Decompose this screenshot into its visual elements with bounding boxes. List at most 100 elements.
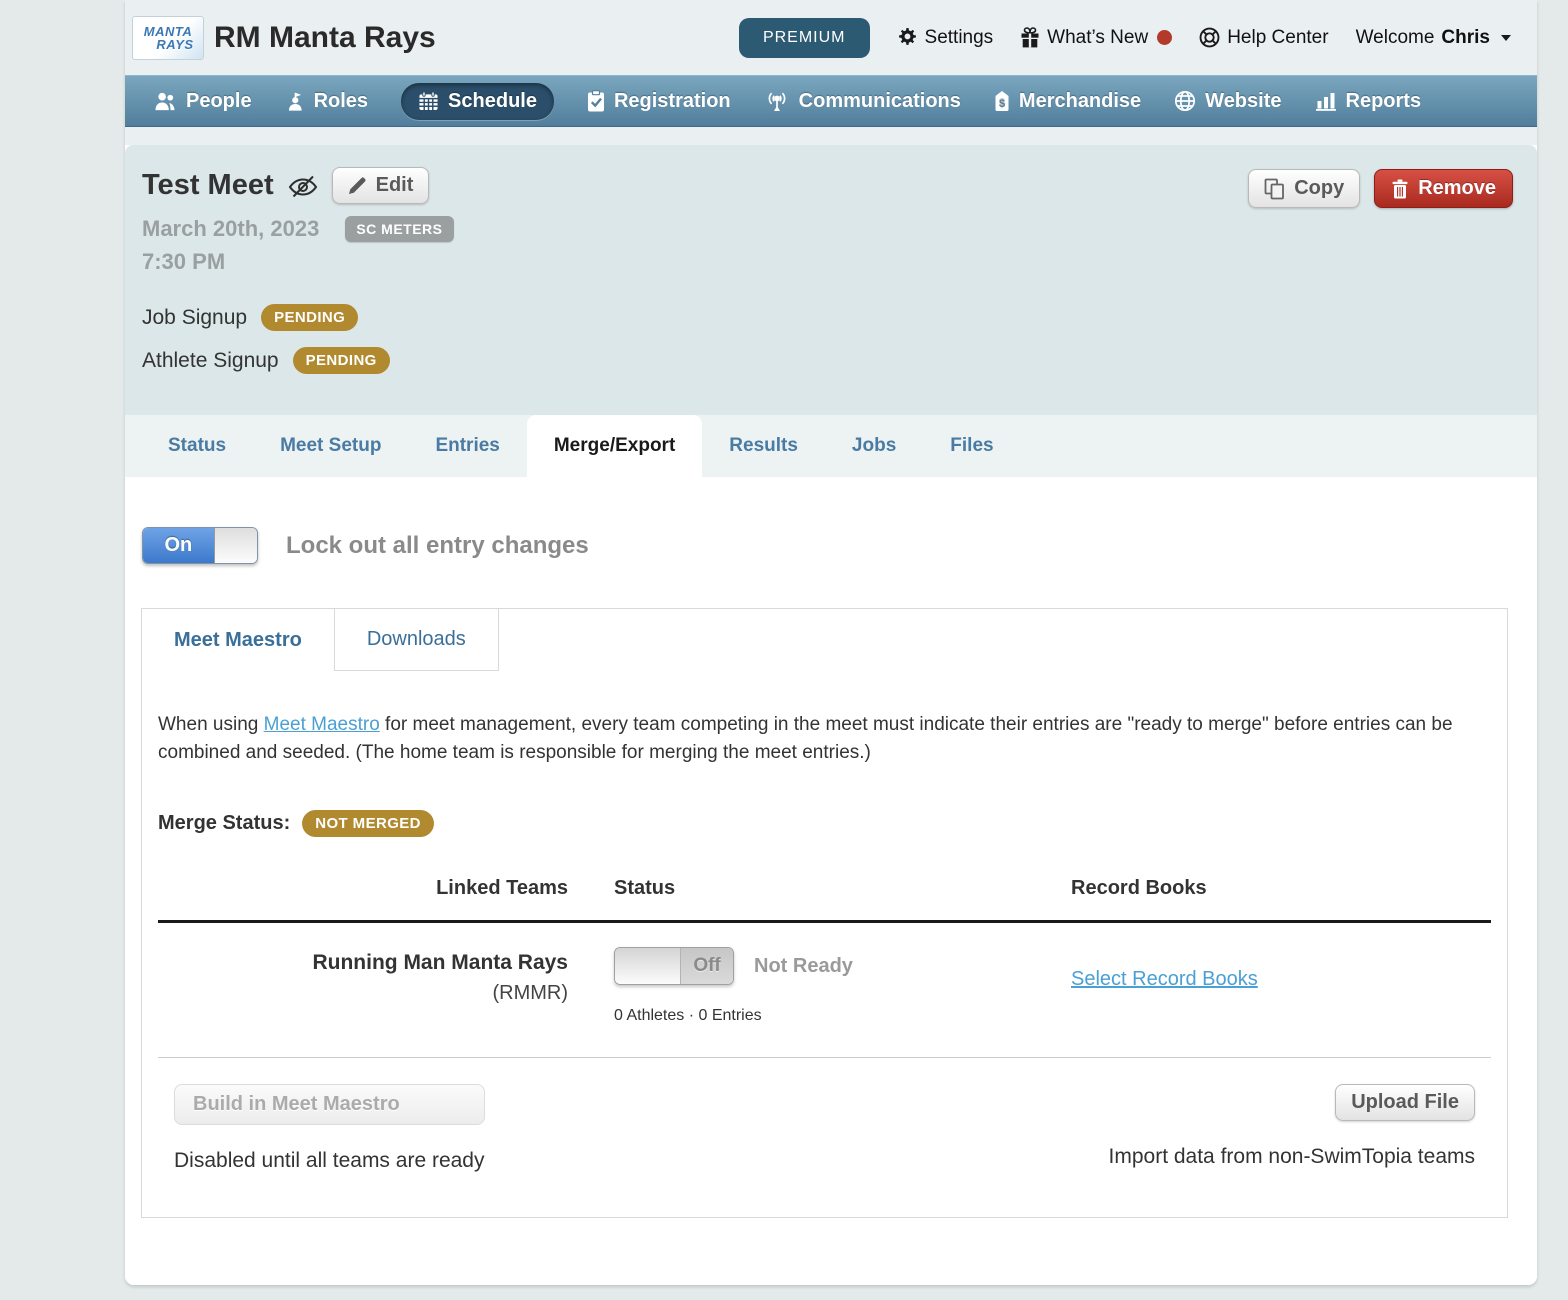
meet-maestro-section: Meet Maestro Downloads When using Meet M… [141, 608, 1508, 1218]
team-logo[interactable]: MANTA RAYS [132, 16, 204, 60]
meet-maestro-link[interactable]: Meet Maestro [264, 714, 380, 735]
toggle-on-label: On [143, 528, 214, 563]
ready-toggle[interactable]: Off [614, 947, 734, 985]
nav-item-people[interactable]: People [153, 90, 252, 113]
maestro-description: When using Meet Maestro for meet managem… [158, 711, 1491, 766]
help-center-menu-item[interactable]: Help Center [1199, 27, 1328, 49]
table-row: Running Man Manta Rays (RMMR) Off Not Re… [158, 923, 1491, 1058]
meet-time: 7:30 PM [142, 249, 319, 275]
job-signup-status-badge: PENDING [261, 304, 358, 331]
nav-label: People [186, 90, 252, 113]
nav-label: Reports [1346, 90, 1422, 113]
app-window: MANTA RAYS RM Manta Rays PREMIUM Setting… [125, 0, 1537, 1285]
meet-tabs: Status Meet Setup Entries Merge/Export R… [125, 415, 1537, 477]
copy-meet-button[interactable]: Copy [1248, 169, 1360, 208]
nav-label: Merchandise [1019, 90, 1141, 113]
price-tag-icon: $ [994, 90, 1010, 112]
upload-note: Import data from non-SwimTopia teams [1109, 1145, 1475, 1169]
build-disabled-note: Disabled until all teams are ready [174, 1149, 485, 1173]
select-record-books-link[interactable]: Select Record Books [1071, 968, 1258, 990]
tab-files[interactable]: Files [923, 415, 1020, 477]
nav-item-merchandise[interactable]: $ Merchandise [994, 90, 1141, 113]
merge-status-badge: NOT MERGED [302, 810, 434, 837]
settings-label: Settings [925, 27, 994, 49]
whats-new-label: What’s New [1047, 27, 1148, 49]
nav-item-reports[interactable]: Reports [1315, 90, 1422, 113]
nav-label: Website [1205, 90, 1281, 113]
copy-icon [1264, 178, 1285, 200]
pencil-icon [348, 176, 367, 195]
team-name: Running Man Manta Rays [158, 951, 568, 975]
meet-header-card: Test Meet Edit Copy [125, 145, 1537, 415]
column-linked-teams: Linked Teams [158, 877, 568, 923]
tab-status[interactable]: Status [141, 415, 253, 477]
user-menu[interactable]: Welcome Chris [1356, 27, 1511, 49]
people-icon [153, 91, 177, 112]
welcome-label: Welcome [1356, 27, 1435, 49]
gear-icon [897, 27, 918, 48]
bar-chart-icon [1315, 91, 1337, 111]
meet-title: Test Meet [142, 169, 274, 202]
tab-merge-export[interactable]: Merge/Export [527, 415, 702, 477]
trash-icon [1391, 179, 1409, 199]
description-before: When using [158, 714, 264, 735]
toggle-knob [214, 528, 257, 563]
subtab-meet-maestro[interactable]: Meet Maestro [142, 609, 335, 671]
roles-icon [285, 91, 305, 112]
gift-icon [1020, 27, 1040, 48]
merge-subtabs: Meet Maestro Downloads [142, 609, 1507, 671]
svg-text:$: $ [999, 98, 1005, 110]
team-code: (RMMR) [158, 982, 568, 1005]
linked-teams-table: Linked Teams Status Record Books Running… [158, 877, 1491, 1058]
settings-menu-item[interactable]: Settings [897, 27, 994, 49]
nav-item-schedule[interactable]: Schedule [401, 83, 554, 120]
course-badge: SC METERS [345, 216, 453, 242]
toggle-off-label: Off [681, 948, 733, 984]
copy-label: Copy [1294, 177, 1344, 200]
calendar-icon [418, 91, 439, 111]
globe-icon [1174, 90, 1196, 112]
nav-label: Roles [314, 90, 368, 113]
clipboard-check-icon [587, 90, 605, 112]
nav-item-roles[interactable]: Roles [285, 90, 368, 113]
logo-text-line2: RAYS [156, 38, 193, 51]
merge-export-panel: On Lock out all entry changes Meet Maest… [125, 477, 1537, 1285]
remove-label: Remove [1418, 177, 1496, 200]
tab-jobs[interactable]: Jobs [825, 415, 923, 477]
edit-meet-button[interactable]: Edit [332, 167, 430, 204]
job-signup-label: Job Signup [142, 306, 247, 330]
table-header-row: Linked Teams Status Record Books [158, 877, 1491, 923]
column-record-books: Record Books [1025, 877, 1491, 923]
athlete-signup-label: Athlete Signup [142, 349, 279, 373]
nav-item-communications[interactable]: Communications [764, 90, 961, 113]
nav-item-website[interactable]: Website [1174, 90, 1281, 113]
header-utility-nav: PREMIUM Settings What’s New Help Center [739, 18, 1511, 58]
caret-down-icon [1501, 35, 1511, 41]
team-name-title: RM Manta Rays [214, 21, 436, 55]
build-in-meet-maestro-button[interactable]: Build in Meet Maestro [174, 1084, 485, 1125]
notification-dot [1157, 30, 1172, 45]
help-center-label: Help Center [1227, 27, 1328, 49]
premium-button[interactable]: PREMIUM [739, 18, 870, 58]
toggle-knob [615, 948, 681, 984]
nav-label: Communications [799, 90, 961, 113]
nav-label: Schedule [448, 90, 537, 113]
whats-new-menu-item[interactable]: What’s New [1020, 27, 1172, 49]
eye-slash-icon [287, 173, 319, 199]
lockout-toggle[interactable]: On [142, 527, 258, 564]
tab-entries[interactable]: Entries [408, 415, 526, 477]
broadcast-icon [764, 91, 790, 112]
meet-date: March 20th, 2023 [142, 216, 319, 242]
user-name: Chris [1441, 27, 1490, 49]
subtab-downloads[interactable]: Downloads [335, 609, 499, 671]
tab-meet-setup[interactable]: Meet Setup [253, 415, 408, 477]
app-header: MANTA RAYS RM Manta Rays PREMIUM Setting… [125, 0, 1537, 75]
nav-label: Registration [614, 90, 731, 113]
upload-file-button[interactable]: Upload File [1335, 1084, 1475, 1121]
nav-item-registration[interactable]: Registration [587, 90, 731, 113]
spacer [125, 127, 1537, 145]
logo-text-line1: MANTA [144, 25, 192, 38]
tab-results[interactable]: Results [702, 415, 825, 477]
remove-meet-button[interactable]: Remove [1374, 169, 1513, 208]
column-status: Status [568, 877, 1025, 923]
